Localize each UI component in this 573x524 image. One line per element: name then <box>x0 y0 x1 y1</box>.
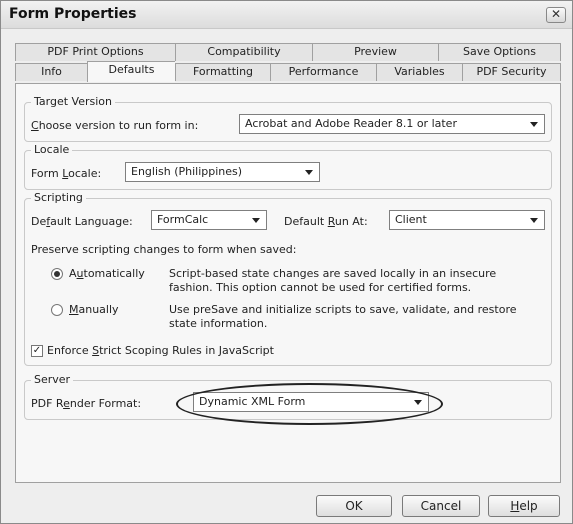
form-locale-label: Form Locale: <box>31 167 102 180</box>
scripting-group: Scripting Default Language: FormCalc Def… <box>24 191 552 366</box>
form-locale-select[interactable]: English (Philippines) <box>125 162 320 182</box>
automatically-desc-line1: Script-based state changes are saved loc… <box>169 267 497 280</box>
server-legend: Server <box>31 373 74 386</box>
tab-row-front: Info Defaults Formatting Performance Var… <box>15 61 561 82</box>
tab-pdf-security[interactable]: PDF Security <box>462 63 561 81</box>
enforce-strict-scoping-checkbox[interactable]: ✓ <box>31 345 43 357</box>
form-properties-dialog: Form Properties ✕ PDF Print Options Comp… <box>0 0 573 524</box>
tab-performance[interactable]: Performance <box>270 63 376 81</box>
locale-group: Locale Form Locale: English (Philippines… <box>24 143 552 190</box>
locale-legend: Locale <box>31 143 73 156</box>
default-run-at-select[interactable]: Client <box>389 210 545 230</box>
dialog-title: Form Properties <box>9 6 137 22</box>
tab-save-options[interactable]: Save Options <box>438 43 561 61</box>
default-run-at-value: Client <box>395 213 427 226</box>
automatically-desc-line2: fashion. This option cannot be used for … <box>169 281 472 294</box>
default-language-select[interactable]: FormCalc <box>151 210 267 230</box>
tab-preview[interactable]: Preview <box>312 43 438 61</box>
chevron-down-icon <box>530 218 538 223</box>
enforce-strict-scoping-label[interactable]: Enforce Strict Scoping Rules in JavaScri… <box>47 344 274 357</box>
tab-compatibility[interactable]: Compatibility <box>175 43 312 61</box>
form-locale-value: English (Philippines) <box>131 165 243 178</box>
pdf-render-format-label: PDF Render Format: <box>31 397 142 410</box>
target-version-select[interactable]: Acrobat and Adobe Reader 8.1 or later <box>239 114 545 134</box>
target-version-group: Target Version Choose version to run for… <box>24 95 552 142</box>
scripting-legend: Scripting <box>31 191 86 204</box>
default-language-label: Default Language: <box>31 215 133 228</box>
automatically-radio[interactable] <box>51 268 63 280</box>
checkmark-icon: ✓ <box>32 345 42 356</box>
title-bar: Form Properties ✕ <box>1 1 572 29</box>
tab-variables[interactable]: Variables <box>376 63 462 81</box>
manually-label[interactable]: Manually <box>69 303 119 316</box>
close-button[interactable]: ✕ <box>546 7 566 23</box>
highlight-ellipse <box>176 383 443 425</box>
tab-row-back: PDF Print Options Compatibility Preview … <box>15 43 561 61</box>
tab-formatting[interactable]: Formatting <box>175 63 270 81</box>
chevron-down-icon <box>530 122 538 127</box>
close-icon: ✕ <box>550 7 562 21</box>
chevron-down-icon <box>252 218 260 223</box>
help-button[interactable]: Help <box>488 495 560 517</box>
tab-info[interactable]: Info <box>15 63 87 81</box>
ok-button[interactable]: OK <box>316 495 392 517</box>
tab-pdf-print-options[interactable]: PDF Print Options <box>15 43 175 61</box>
manually-desc-line2: state information. <box>169 317 268 330</box>
target-version-legend: Target Version <box>31 95 115 108</box>
tab-defaults[interactable]: Defaults <box>87 61 175 82</box>
manually-desc-line1: Use preSave and initialize scripts to sa… <box>169 303 517 316</box>
automatically-label[interactable]: Automatically <box>69 267 145 280</box>
cancel-button[interactable]: Cancel <box>402 495 480 517</box>
chevron-down-icon <box>305 170 313 175</box>
target-version-label: Choose version to run form in: <box>31 119 199 132</box>
manually-radio[interactable] <box>51 304 63 316</box>
default-run-at-label: Default Run At: <box>284 215 368 228</box>
default-language-value: FormCalc <box>157 213 209 226</box>
target-version-value: Acrobat and Adobe Reader 8.1 or later <box>245 117 457 130</box>
preserve-changes-label: Preserve scripting changes to form when … <box>31 243 297 256</box>
